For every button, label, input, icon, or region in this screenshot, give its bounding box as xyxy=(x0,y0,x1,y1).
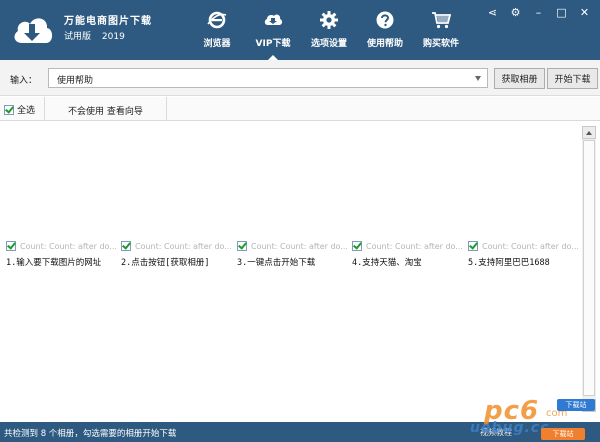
window-controls: ⋖ ⚙ – □ ✕ xyxy=(481,4,596,20)
checkbox-checked-icon[interactable] xyxy=(237,241,247,251)
checkbox-checked-icon[interactable] xyxy=(121,241,131,251)
main-nav: 浏览器 VIP下载 选项设置 使用帮助 购买软件 xyxy=(190,8,470,60)
nav-help[interactable]: 使用帮助 xyxy=(358,8,412,60)
arrow-up-icon xyxy=(586,130,592,135)
chevron-down-icon[interactable] xyxy=(475,76,481,81)
scroll-up-button[interactable] xyxy=(582,126,596,139)
album-card[interactable]: Count: Count: after do... 1.输入要下载图片的网址 xyxy=(6,240,118,268)
browser-icon xyxy=(207,11,227,29)
minimize-button[interactable]: – xyxy=(527,4,550,20)
card-count: Count: Count: after do... xyxy=(482,241,578,251)
checkbox-checked-icon[interactable] xyxy=(352,241,362,251)
select-all-label: 全选 xyxy=(17,106,36,116)
album-list: Count: Count: after do... 1.输入要下载图片的网址 C… xyxy=(0,122,582,422)
cloud-download-icon xyxy=(264,14,283,25)
checkbox-checked-icon[interactable] xyxy=(468,241,478,251)
nav-label: 选项设置 xyxy=(310,39,347,49)
settings-icon[interactable]: ⚙ xyxy=(504,4,527,20)
watermark-domain: uebug.cc xyxy=(470,420,550,436)
url-combobox[interactable]: 使用帮助 xyxy=(48,68,488,88)
cart-icon xyxy=(432,12,451,29)
card-count: Count: Count: after do... xyxy=(251,241,347,251)
nav-buy[interactable]: 购买软件 xyxy=(414,8,468,60)
scroll-thumb[interactable] xyxy=(583,140,595,396)
card-count: Count: Count: after do... xyxy=(20,241,116,251)
album-card[interactable]: Count: Count: after do... 5.支持阿里巴巴1688 xyxy=(468,240,580,268)
card-count: Count: Count: after do... xyxy=(135,241,231,251)
help-icon xyxy=(376,11,394,29)
close-button[interactable]: ✕ xyxy=(573,4,596,20)
input-toolbar: 输入： 使用帮助 获取相册 开始下载 xyxy=(0,60,600,96)
checkbox-checked-icon xyxy=(4,104,14,115)
card-step: 1.输入要下载图片的网址 xyxy=(6,258,102,268)
nav-label: 购买软件 xyxy=(422,39,459,49)
card-step: 3.一键点击开始下载 xyxy=(237,258,316,268)
share-icon[interactable]: ⋖ xyxy=(481,4,504,20)
watermark-badge: 下载站 xyxy=(557,399,595,411)
nav-label: 使用帮助 xyxy=(366,39,403,49)
nav-browser[interactable]: 浏览器 xyxy=(190,8,244,60)
nav-settings[interactable]: 选项设置 xyxy=(302,8,356,60)
vertical-scrollbar[interactable] xyxy=(582,126,596,412)
album-card[interactable]: Count: Count: after do... 2.点击按钮[获取相册] xyxy=(121,240,233,268)
app-edition: 试用版 2019 xyxy=(64,29,133,42)
guide-link[interactable]: 不会使用 查看向导 xyxy=(68,104,143,117)
column-divider xyxy=(166,97,167,121)
album-card[interactable]: Count: Count: after do... 4.支持天猫、淘宝 xyxy=(352,240,464,268)
card-step: 5.支持阿里巴巴1688 xyxy=(468,258,550,268)
select-all-checkbox[interactable]: 全选 xyxy=(4,103,35,116)
column-divider xyxy=(44,97,45,121)
edition-label: 试用版 xyxy=(64,32,92,42)
app-title: 万能电商图片下载 xyxy=(64,16,152,27)
nav-label: 浏览器 xyxy=(203,39,231,49)
watermark-badge: 下载站 xyxy=(541,428,585,440)
title-bar: 万能电商图片下载 试用版 2019 浏览器 VIP下载 选项设置 使用帮助 购买… xyxy=(0,0,600,60)
card-count: Count: Count: after do... xyxy=(366,241,462,251)
nav-label: VIP下载 xyxy=(255,39,291,49)
nav-vip-download[interactable]: VIP下载 xyxy=(246,8,300,60)
checkbox-checked-icon[interactable] xyxy=(6,241,16,251)
album-card[interactable]: Count: Count: after do... 3.一键点击开始下载 xyxy=(237,240,349,268)
gear-icon xyxy=(320,11,338,29)
start-download-button[interactable]: 开始下载 xyxy=(547,68,598,89)
input-label: 输入： xyxy=(10,76,38,86)
status-text: 共检测到 8 个相册，勾选需要的相册开始下载 xyxy=(4,429,177,439)
card-step: 4.支持天猫、淘宝 xyxy=(352,258,422,268)
app-logo xyxy=(10,9,54,49)
edition-year: 2019 xyxy=(101,32,125,42)
card-step: 2.点击按钮[获取相册] xyxy=(121,258,210,268)
get-album-button[interactable]: 获取相册 xyxy=(494,68,545,89)
list-header: 全选 不会使用 查看向导 xyxy=(0,97,600,121)
url-value: 使用帮助 xyxy=(57,76,94,86)
maximize-button[interactable]: □ xyxy=(550,4,573,20)
